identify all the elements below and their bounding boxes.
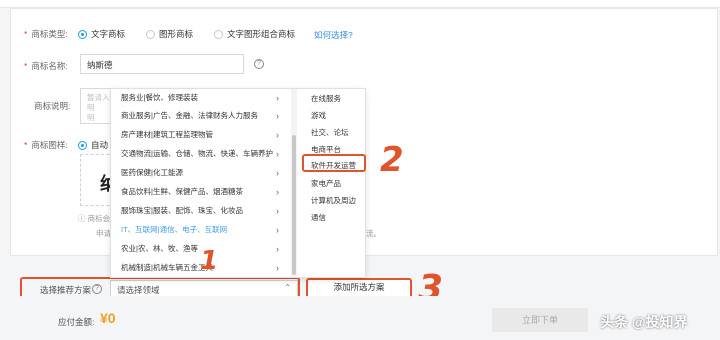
- radio-graphic-trademark[interactable]: 图形商标: [146, 28, 193, 40]
- subcategory-item[interactable]: 社交、论坛: [311, 127, 349, 138]
- trademark-name-input[interactable]: 纳斯德: [80, 54, 244, 74]
- required-marker: *: [24, 29, 28, 39]
- trademark-name-label: * 商标名称:: [24, 61, 68, 71]
- annotation-box-software: [302, 154, 366, 172]
- subcategory-item[interactable]: 通信: [311, 212, 326, 223]
- payable-amount-value: ¥0: [100, 310, 116, 326]
- scrollbar-thumb[interactable]: [292, 135, 296, 275]
- category-item[interactable]: 商业服务|广告、金融、法律财务人力服务 ›: [111, 107, 283, 125]
- required-marker: *: [24, 140, 28, 150]
- chevron-right-icon: ›: [276, 93, 279, 103]
- category-item[interactable]: 交通物流|运输、仓储、物流、快递、车辆养护 ›: [111, 145, 283, 163]
- annotation-number-1: 1: [200, 246, 219, 276]
- subcategory-item[interactable]: 家电产品: [311, 178, 341, 189]
- chevron-right-icon: ›: [276, 111, 279, 121]
- submit-order-button[interactable]: 立即下单: [492, 308, 588, 332]
- trademark-type-label: * 商标类型:: [24, 29, 68, 39]
- category-item[interactable]: 房产建材|建筑工程监理物管 ›: [111, 126, 283, 144]
- radio-auto-image[interactable]: 自动: [78, 139, 108, 151]
- trademark-desc-label: 商标说明:: [34, 101, 71, 111]
- category-item[interactable]: 农业|农、林、牧、渔等 ›: [111, 240, 283, 258]
- hint-text: 流。: [366, 229, 381, 238]
- top-strip: [0, 0, 720, 8]
- chevron-right-icon: ›: [276, 244, 279, 254]
- radio-dot: [78, 29, 87, 39]
- chevron-right-icon: ›: [276, 149, 279, 159]
- category-item-active[interactable]: IT、互联网|通信、电子、互联网 ›: [111, 221, 283, 239]
- chevron-right-icon: ›: [276, 263, 279, 273]
- category-item[interactable]: 服饰珠宝|服装、配饰、珠宝、化妆品 ›: [111, 202, 283, 220]
- domain-dropdown: 服务业|餐饮、修理装装 › 商业服务|广告、金融、法律财务人力服务 › 房产建材|建…: [110, 88, 366, 278]
- chevron-right-icon: ›: [276, 206, 279, 216]
- radio-dot: [146, 29, 155, 39]
- category-item[interactable]: 服务业|餐饮、修理装装 ›: [111, 89, 283, 107]
- radio-dot: [214, 29, 223, 39]
- radio-dot: [78, 140, 87, 150]
- chevron-right-icon: ›: [276, 225, 279, 235]
- subcategory-item[interactable]: 在线服务: [311, 93, 341, 104]
- subcategory-item[interactable]: 计算机及周边: [311, 195, 356, 206]
- hint-text: ⓘ 商标会: [78, 214, 111, 223]
- category-item[interactable]: 医药保健|化工能源 ›: [111, 164, 283, 182]
- radio-text-trademark[interactable]: 文字商标: [78, 28, 125, 40]
- watermark: 头条 @投知界: [600, 314, 688, 330]
- how-to-choose-link[interactable]: 如何选择?: [314, 29, 353, 41]
- chevron-right-icon: ›: [276, 187, 279, 197]
- annotation-number-2: 2: [380, 140, 404, 180]
- chevron-right-icon: ›: [276, 168, 279, 178]
- category-item[interactable]: 机械制造|机械车辆五金工具 ›: [111, 259, 283, 277]
- category-item[interactable]: 食品饮料|生鲜、保健产品、烟酒糖茶 ›: [111, 183, 283, 201]
- dropdown-scrollbar[interactable]: [291, 89, 297, 277]
- required-marker: *: [24, 61, 28, 71]
- payable-amount-label: 应付金额:: [58, 317, 95, 327]
- help-icon[interactable]: ?: [254, 59, 264, 69]
- subcategory-list: 在线服务 游戏 社交、论坛 电商平台 软件开发运营 家电产品 计算机及周边 通信: [307, 89, 367, 277]
- trademark-image-label: * 商标图样:: [24, 140, 68, 150]
- chevron-right-icon: ›: [276, 130, 279, 140]
- radio-combined-trademark[interactable]: 文字图形组合商标: [214, 28, 295, 40]
- subcategory-item[interactable]: 游戏: [311, 110, 326, 121]
